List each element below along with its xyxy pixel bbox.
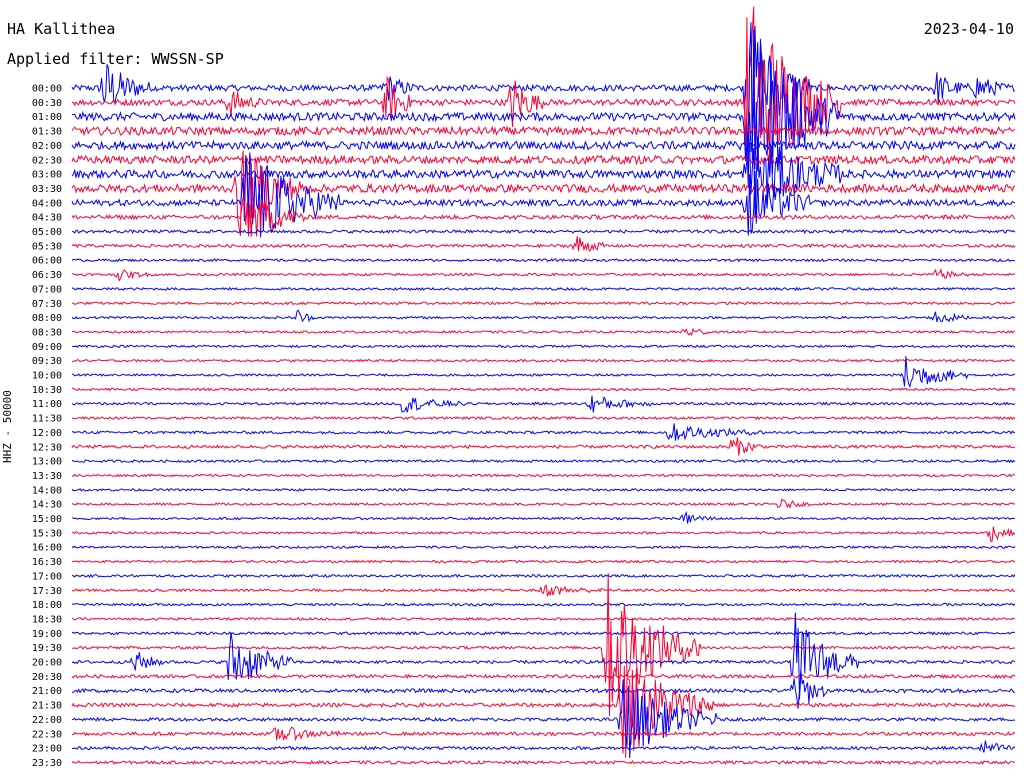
time-label: 01:00 xyxy=(32,112,62,123)
time-label: 23:30 xyxy=(32,758,62,769)
trace-line xyxy=(71,268,1016,282)
time-label: 01:30 xyxy=(32,127,62,138)
time-label: 16:00 xyxy=(32,543,62,554)
time-label: 16:30 xyxy=(32,557,62,568)
trace-line xyxy=(71,358,1016,363)
trace-line xyxy=(71,559,1016,564)
trace-line xyxy=(71,573,1016,579)
time-label: 13:30 xyxy=(32,471,62,482)
time-label: 10:30 xyxy=(32,385,62,396)
trace-line xyxy=(72,301,1016,306)
trace-line xyxy=(71,395,1016,413)
trace-line xyxy=(71,665,1016,758)
time-label: 15:30 xyxy=(32,528,62,539)
time-label: 22:30 xyxy=(32,729,62,740)
time-label: 14:00 xyxy=(32,485,62,496)
time-label: 15:00 xyxy=(32,514,62,525)
trace-line xyxy=(71,584,1016,597)
trace-line xyxy=(72,740,1016,753)
trace-line xyxy=(71,498,1016,509)
trace-line xyxy=(71,309,1016,323)
time-label: 05:30 xyxy=(32,241,62,252)
trace-line xyxy=(71,511,1016,524)
trace-line xyxy=(71,458,1016,464)
time-label: 17:00 xyxy=(32,571,62,582)
time-label: 00:30 xyxy=(32,98,62,109)
trace-line xyxy=(71,631,1016,636)
trace-line xyxy=(71,125,1016,137)
trace-line xyxy=(71,545,1016,550)
trace-line xyxy=(71,669,1015,709)
time-label: 23:00 xyxy=(32,744,62,755)
trace-line xyxy=(71,487,1016,492)
time-label: 09:00 xyxy=(32,342,62,353)
trace-line xyxy=(71,22,1016,188)
time-label: 20:30 xyxy=(32,672,62,683)
trace-line xyxy=(71,415,1016,421)
time-label: 14:30 xyxy=(32,500,62,511)
trace-line xyxy=(71,258,1016,263)
time-label: 08:30 xyxy=(32,327,62,338)
trace-line xyxy=(71,327,1016,336)
trace-line xyxy=(71,139,1016,152)
trace-line xyxy=(71,154,1016,166)
time-label: 18:30 xyxy=(32,614,62,625)
time-label: 17:30 xyxy=(32,586,62,597)
trace-line xyxy=(71,602,1016,607)
time-label: 06:00 xyxy=(32,256,62,267)
time-label: 04:30 xyxy=(32,213,62,224)
time-label: 21:00 xyxy=(32,686,62,697)
trace-line xyxy=(71,387,1016,392)
time-label: 22:00 xyxy=(32,715,62,726)
trace-line xyxy=(71,236,1016,252)
time-label: 02:30 xyxy=(32,155,62,166)
time-label: 00:00 xyxy=(32,84,62,95)
time-label: 20:00 xyxy=(32,658,62,669)
time-label: 21:30 xyxy=(32,701,62,712)
time-label: 11:30 xyxy=(32,414,62,425)
time-label: 03:00 xyxy=(32,170,62,181)
time-label: 06:30 xyxy=(32,270,62,281)
trace-line xyxy=(71,344,1016,349)
trace-line xyxy=(71,612,1016,700)
trace-line xyxy=(71,437,1016,456)
time-label: 12:00 xyxy=(32,428,62,439)
trace-line xyxy=(71,473,1016,478)
trace-line xyxy=(71,150,1016,236)
time-label: 19:00 xyxy=(32,629,62,640)
time-label: 07:00 xyxy=(32,284,62,295)
time-label: 07:30 xyxy=(32,299,62,310)
time-label: 19:30 xyxy=(32,643,62,654)
time-label: 13:00 xyxy=(32,457,62,468)
time-label: 02:00 xyxy=(32,141,62,152)
time-label: 10:00 xyxy=(32,371,62,382)
trace-line xyxy=(71,286,1016,292)
trace-line xyxy=(71,423,1016,441)
time-label: 11:00 xyxy=(32,399,62,410)
trace-line xyxy=(71,616,1016,622)
helicorder-plot: 00:00 00:30 01:00 01:30 02:00 02:30 03:00 03:30… xyxy=(32,6,1016,769)
time-label: 08:00 xyxy=(32,313,62,324)
trace-line xyxy=(71,759,1016,765)
trace-line xyxy=(71,526,1016,543)
time-label: 03:30 xyxy=(32,184,62,195)
trace-line xyxy=(71,726,1016,742)
trace-line xyxy=(71,153,1016,238)
time-label: 04:00 xyxy=(32,198,62,209)
time-label: 05:00 xyxy=(32,227,62,238)
time-label: 12:30 xyxy=(32,442,62,453)
time-label: 09:30 xyxy=(32,356,62,367)
trace-line xyxy=(71,673,1016,680)
time-label: 18:00 xyxy=(32,600,62,611)
trace-line xyxy=(71,229,1016,235)
trace-line xyxy=(71,573,1016,717)
